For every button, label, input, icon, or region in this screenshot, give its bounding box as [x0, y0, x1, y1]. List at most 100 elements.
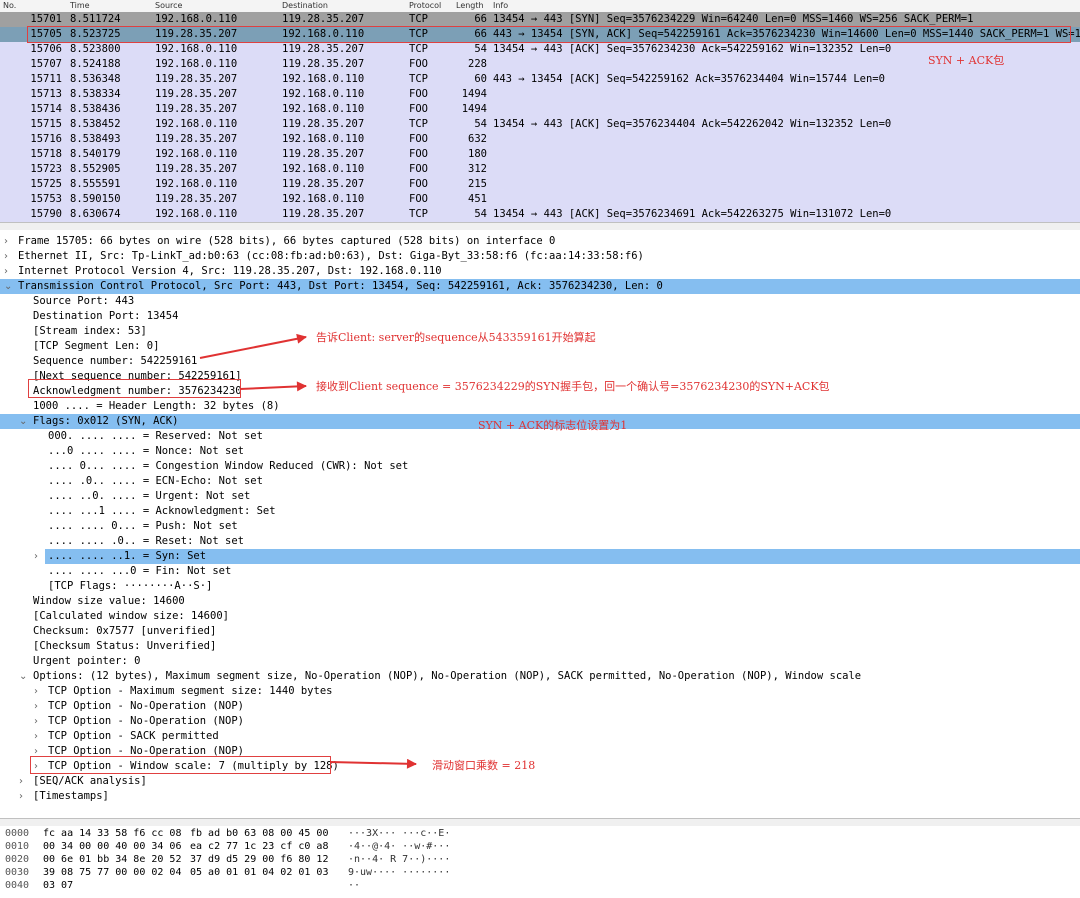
tree-item[interactable]: › TCP Option - SACK permitted	[0, 729, 1080, 744]
collapsed-chevron-icon[interactable]: ›	[4, 264, 8, 279]
hex-bytes-first: 00 34 00 00 40 00 34 06	[43, 841, 182, 852]
tree-item-label: .... 0... .... = Congestion Window Reduc…	[48, 460, 409, 472]
tree-item-label: [Timestamps]	[33, 790, 109, 802]
packet-protocol: FOO	[409, 178, 428, 190]
packet-row[interactable]: 15713 8.538334 119.28.35.207 192.168.0.110 F…	[0, 87, 1080, 102]
tree-item[interactable]: ...0 .... .... = Nonce: Not set	[0, 444, 1080, 459]
tree-item[interactable]: .... .... 0... = Push: Not set	[0, 519, 1080, 534]
tree-item[interactable]: Destination Port: 13454	[0, 309, 1080, 324]
hex-row[interactable]: 0000 fc aa 14 33 58 f6 cc 08 fb ad b0 63 0…	[0, 827, 1080, 840]
tree-item[interactable]: Urgent pointer: 0	[0, 654, 1080, 669]
packet-destination: 192.168.0.110	[282, 103, 365, 115]
packet-source: 192.168.0.110	[155, 208, 238, 220]
packet-length: 54	[474, 208, 487, 220]
packet-time: 8.630674	[70, 208, 121, 220]
tree-item[interactable]: [Calculated window size: 14600]	[0, 609, 1080, 624]
column-header-protocol[interactable]: Protocol	[409, 1, 441, 10]
packet-row[interactable]: 15715 8.538452 192.168.0.110 119.28.35.207 T…	[0, 117, 1080, 132]
packet-row[interactable]: 15723 8.552905 119.28.35.207 192.168.0.110 F…	[0, 162, 1080, 177]
tree-item[interactable]: › [SEQ/ACK analysis]	[0, 774, 1080, 789]
column-header-info[interactable]: Info	[493, 1, 508, 10]
tree-item-label: Destination Port: 13454	[33, 310, 179, 322]
collapsed-chevron-icon[interactable]: ›	[4, 234, 8, 249]
tree-item[interactable]: Sequence number: 542259161	[0, 354, 1080, 369]
packet-source: 192.168.0.110	[155, 118, 238, 130]
packet-row[interactable]: 15716 8.538493 119.28.35.207 192.168.0.110 F…	[0, 132, 1080, 147]
tree-item[interactable]: ⌄ Transmission Control Protocol, Src Port…	[0, 279, 1080, 294]
collapsed-chevron-icon[interactable]: ›	[19, 789, 23, 804]
column-header-source[interactable]: Source	[155, 1, 182, 10]
packet-protocol: FOO	[409, 163, 428, 175]
tree-item[interactable]: › Ethernet II, Src: Tp-LinkT_ad:b0:63 (cc…	[0, 249, 1080, 264]
tree-item[interactable]: ⌄ Options: (12 bytes), Maximum segment si…	[0, 669, 1080, 684]
packet-source: 119.28.35.207	[155, 73, 238, 85]
packet-destination: 119.28.35.207	[282, 58, 365, 70]
packet-protocol: TCP	[409, 208, 428, 220]
tree-item[interactable]: .... ..0. .... = Urgent: Not set	[0, 489, 1080, 504]
packet-row[interactable]: 15753 8.590150 119.28.35.207 192.168.0.110 F…	[0, 192, 1080, 207]
packet-row[interactable]: 15790 8.630674 192.168.0.110 119.28.35.207 T…	[0, 207, 1080, 222]
packet-row[interactable]: 15701 8.511724 192.168.0.110 119.28.35.207 T…	[0, 12, 1080, 27]
hex-row[interactable]: 0020 00 6e 01 bb 34 8e 20 52 37 d9 d5 29 0…	[0, 853, 1080, 866]
packet-no: 15753	[30, 193, 62, 205]
packet-row[interactable]: 15707 8.524188 192.168.0.110 119.28.35.207 F…	[0, 57, 1080, 72]
expanded-chevron-icon[interactable]: ⌄	[19, 414, 27, 429]
column-header-no[interactable]: No.	[3, 1, 16, 10]
tree-item[interactable]: › .... .... ..1. = Syn: Set	[0, 549, 1080, 564]
packet-row[interactable]: 15706 8.523800 192.168.0.110 119.28.35.207 T…	[0, 42, 1080, 57]
packet-destination: 192.168.0.110	[282, 88, 365, 100]
packet-time: 8.536348	[70, 73, 121, 85]
tree-item[interactable]: 1000 .... = Header Length: 32 bytes (8)	[0, 399, 1080, 414]
tree-item[interactable]: › TCP Option - No-Operation (NOP)	[0, 714, 1080, 729]
tree-item[interactable]: .... .0.. .... = ECN-Echo: Not set	[0, 474, 1080, 489]
tree-item[interactable]: .... ...1 .... = Acknowledgment: Set	[0, 504, 1080, 519]
hex-row[interactable]: 0030 39 08 75 77 00 00 02 04 05 a0 01 01 0…	[0, 866, 1080, 879]
tree-item[interactable]: › TCP Option - Maximum segment size: 1440…	[0, 684, 1080, 699]
packet-destination: 192.168.0.110	[282, 163, 365, 175]
tree-item[interactable]: › TCP Option - No-Operation (NOP)	[0, 699, 1080, 714]
tree-item-label: .... .... ..1. = Syn: Set	[45, 549, 1080, 564]
hex-offset: 0010	[5, 841, 30, 852]
column-header-time[interactable]: Time	[70, 1, 90, 10]
column-header-destination[interactable]: Destination	[282, 1, 328, 10]
packet-length: 180	[468, 148, 487, 160]
packet-row[interactable]: 15711 8.536348 119.28.35.207 192.168.0.110 T…	[0, 72, 1080, 87]
collapsed-chevron-icon[interactable]: ›	[34, 699, 38, 714]
tree-item[interactable]: Window size value: 14600	[0, 594, 1080, 609]
packet-row[interactable]: 15718 8.540179 192.168.0.110 119.28.35.207 F…	[0, 147, 1080, 162]
packet-no: 15713	[30, 88, 62, 100]
packet-row[interactable]: 15714 8.538436 119.28.35.207 192.168.0.110 F…	[0, 102, 1080, 117]
packet-destination: 119.28.35.207	[282, 13, 365, 25]
tree-item[interactable]: [Checksum Status: Unverified]	[0, 639, 1080, 654]
hex-bytes-first: fc aa 14 33 58 f6 cc 08	[43, 828, 182, 839]
tree-item[interactable]: .... .... ...0 = Fin: Not set	[0, 564, 1080, 579]
packet-destination: 119.28.35.207	[282, 178, 365, 190]
tree-item[interactable]: › Frame 15705: 66 bytes on wire (528 bits…	[0, 234, 1080, 249]
tree-item-label: 000. .... .... = Reserved: Not set	[48, 430, 263, 442]
hex-bytes-second: 05 a0 01 01 04 02 01 03	[190, 867, 329, 878]
tree-item[interactable]: › Internet Protocol Version 4, Src: 119.2…	[0, 264, 1080, 279]
expanded-chevron-icon[interactable]: ⌄	[4, 279, 12, 294]
packet-time: 8.538452	[70, 118, 121, 130]
collapsed-chevron-icon[interactable]: ›	[4, 249, 8, 264]
expanded-chevron-icon[interactable]: ⌄	[19, 669, 27, 684]
tree-item[interactable]: [TCP Flags: ········A··S·]	[0, 579, 1080, 594]
packet-row[interactable]: 15725 8.555591 192.168.0.110 119.28.35.207 F…	[0, 177, 1080, 192]
packet-length: 60	[474, 73, 487, 85]
tree-item[interactable]: .... .... .0.. = Reset: Not set	[0, 534, 1080, 549]
column-header-length[interactable]: Length	[456, 1, 484, 10]
hex-row[interactable]: 0010 00 34 00 00 40 00 34 06 ea c2 77 1c 2…	[0, 840, 1080, 853]
packet-details-tree[interactable]: › Frame 15705: 66 bytes on wire (528 bits…	[0, 230, 1080, 820]
collapsed-chevron-icon[interactable]: ›	[34, 684, 38, 699]
tree-item[interactable]: Checksum: 0x7577 [unverified]	[0, 624, 1080, 639]
tree-item[interactable]: Source Port: 443	[0, 294, 1080, 309]
collapsed-chevron-icon[interactable]: ›	[34, 729, 38, 744]
collapsed-chevron-icon[interactable]: ›	[19, 774, 23, 789]
tree-item[interactable]: › [Timestamps]	[0, 789, 1080, 804]
hex-row[interactable]: 0040 03 07 ··	[0, 879, 1080, 892]
packet-bytes-pane[interactable]: 0000 fc aa 14 33 58 f6 cc 08 fb ad b0 63 0…	[0, 826, 1080, 898]
collapsed-chevron-icon[interactable]: ›	[34, 714, 38, 729]
packet-destination: 119.28.35.207	[282, 118, 365, 130]
collapsed-chevron-icon[interactable]: ›	[34, 549, 38, 564]
tree-item[interactable]: .... 0... .... = Congestion Window Reduc…	[0, 459, 1080, 474]
